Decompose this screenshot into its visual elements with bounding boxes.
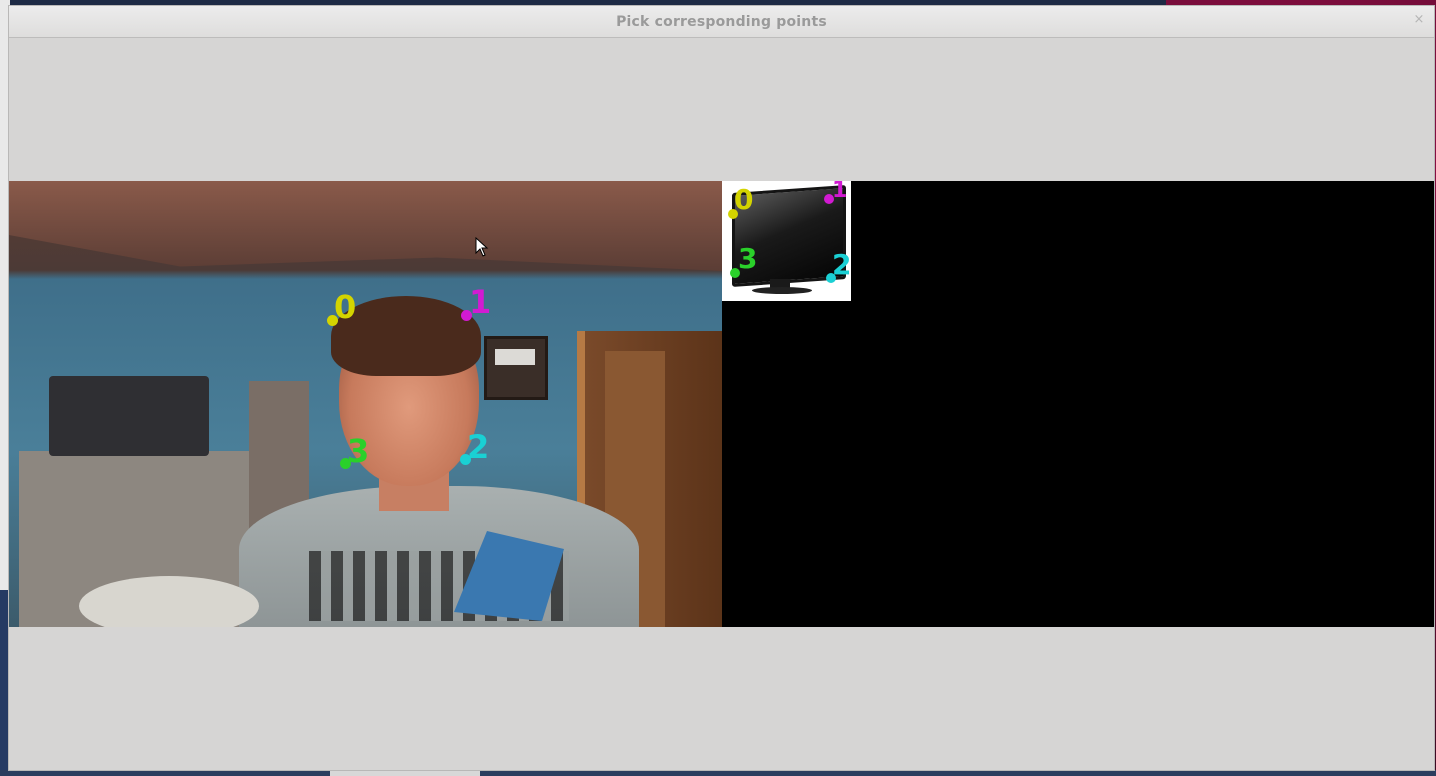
title-bar[interactable]: Pick corresponding points × <box>9 6 1434 38</box>
target-image[interactable]: 0 1 2 3 <box>722 181 851 301</box>
point-picker-window: Pick corresponding points × 0 1 2 3 0 1 … <box>8 5 1435 771</box>
source-point-1-label: 1 <box>469 283 492 321</box>
image-canvas[interactable]: 0 1 2 3 0 1 2 3 <box>9 181 1434 627</box>
target-point-2-label: 2 <box>832 248 851 281</box>
ceiling <box>9 181 722 271</box>
pillow <box>79 576 259 627</box>
target-point-3-label: 3 <box>738 242 758 275</box>
source-point-3-label: 3 <box>347 432 370 470</box>
source-point-0-label: 0 <box>334 288 357 326</box>
source-point-2-label: 2 <box>467 428 490 466</box>
wall-clock <box>484 336 548 400</box>
mouse-pointer-icon <box>475 237 489 257</box>
source-image[interactable]: 0 1 2 3 <box>9 181 722 627</box>
printer <box>49 376 209 456</box>
window-title: Pick corresponding points <box>616 14 827 30</box>
target-point-1-label: 1 <box>832 181 848 203</box>
target-point-0-label: 0 <box>734 183 754 216</box>
tv-base <box>752 287 812 294</box>
close-icon[interactable]: × <box>1412 13 1426 27</box>
